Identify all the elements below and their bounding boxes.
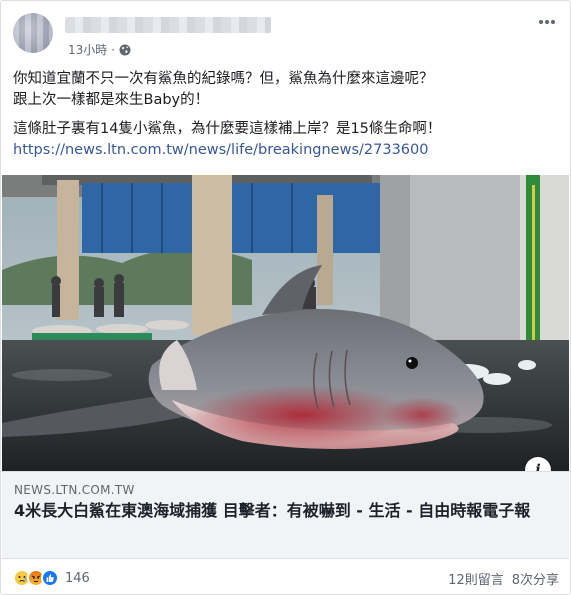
article-link[interactable]: https://news.ltn.com.tw/news/life/breaki… <box>13 142 428 158</box>
like-reaction-icon <box>41 569 59 587</box>
post-text-line: 這條肚子裏有14隻小鯊魚，為什麼要這樣補上岸？是15條生命啊！ <box>13 121 442 137</box>
share-count[interactable]: 8次分享 <box>512 569 559 588</box>
globe-icon <box>119 44 131 55</box>
comment-count[interactable]: 12則留言 <box>448 569 504 588</box>
link-headline[interactable]: 4米長大白鯊在東澳海域捕獲 目擊者：有被嚇到 - 生活 - 自由時報電子報 <box>14 500 554 522</box>
post-text-line: 你知道宜蘭不只一次有鯊魚的紀錄嗎？但，鯊魚為什麼來這邊呢？ <box>13 71 434 87</box>
avatar[interactable] <box>13 13 53 53</box>
post-text-line: 跟上次一樣都是來生Baby的！ <box>13 92 210 108</box>
shark-photo[interactable] <box>2 175 569 471</box>
link-preview[interactable]: NEWS.LTN.COM.TW 4米長大白鯊在東澳海域捕獲 目擊者：有被嚇到 -… <box>2 471 569 559</box>
reaction-count[interactable]: 146 <box>65 571 90 586</box>
post-text: 你知道宜蘭不只一次有鯊魚的紀錄嗎？但，鯊魚為什麼來這邊呢？ 跟上次一樣都是來生B… <box>13 69 559 161</box>
post-meta: 13小時 · <box>68 41 131 58</box>
engagement-stats: 12則留言 8次分享 <box>448 569 559 588</box>
reactions-summary[interactable]: 146 <box>13 569 90 587</box>
more-options-icon[interactable] <box>537 15 557 29</box>
post-footer: 146 12則留言 8次分享 <box>13 567 559 591</box>
meta-separator: · <box>111 42 116 57</box>
link-domain: NEWS.LTN.COM.TW <box>14 483 135 497</box>
post-time[interactable]: 13小時 <box>68 41 107 58</box>
post-card: 13小時 · 你知道宜蘭不只一次有鯊魚的紀錄嗎？但，鯊魚為什麼來這邊呢？ 跟上次… <box>0 0 571 595</box>
author-name-redacted[interactable] <box>65 17 271 33</box>
